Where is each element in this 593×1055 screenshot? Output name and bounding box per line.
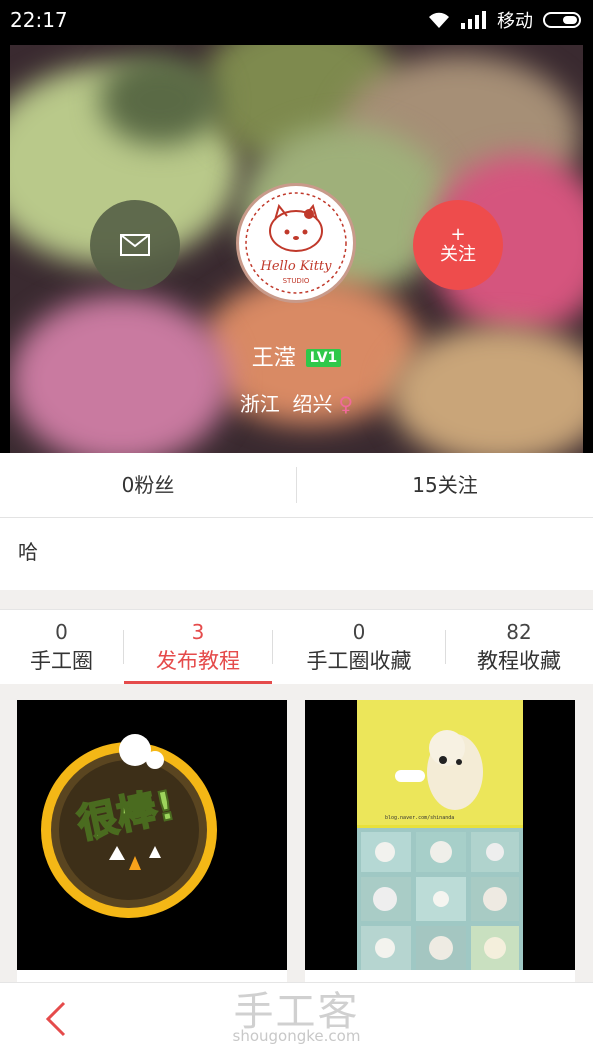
bottom-bar: 手工客 shougongke.com [0,982,593,1055]
hello-kitty-logo: Hello Kitty STUDIO [241,188,351,298]
tab-circle-favorites[interactable]: 0 手工圈收藏 [273,610,445,684]
signal-icon [461,11,486,29]
following-count[interactable]: 15关注 [297,453,593,517]
tutorial-card[interactable]: blog.naver.com/shinanda [305,700,575,982]
status-bar: 22:17 移动 [0,0,593,40]
tab-tutorial-favorites[interactable]: 82 教程收藏 [446,610,592,684]
tab-count: 0 [55,620,68,644]
tab-label: 手工圈收藏 [306,649,412,673]
profile-header: Hello Kitty STUDIO + 关注 王滢 LV1 浙江 绍兴 ♀ [0,40,593,453]
level-badge: LV1 [305,349,342,367]
tutorial-caption: blog.naver.com/shinanda [385,815,454,821]
wifi-icon [429,12,449,28]
status-time: 22:17 [10,8,68,32]
tab-label: 教程收藏 [477,649,561,673]
tutorial-card[interactable]: 很棒! [17,700,287,982]
tab-count: 82 [506,620,532,644]
follow-stats: 0粉丝 15关注 [0,453,593,518]
envelope-icon [120,234,150,256]
fans-count[interactable]: 0粉丝 [0,453,296,517]
clay-poodle-image: blog.naver.com/shinanda [357,700,523,970]
svg-text:STUDIO: STUDIO [283,277,310,285]
tab-label: 发布教程 [156,649,240,673]
tutorial-grid: 很棒! blog.naver.com/shinanda [0,684,593,982]
tab-label: 手工圈 [30,649,93,673]
female-icon: ♀ [338,392,354,416]
follow-label: 关注 [440,244,476,265]
carrier-label: 移动 [497,11,533,32]
tutorial-thumbnail: blog.naver.com/shinanda [305,700,575,970]
tab-count: 0 [352,620,366,644]
content-tabs: 0 手工圈 3 发布教程 0 手工圈收藏 82 教程收藏 [0,609,593,685]
watermark-url: shougongke.com [232,1027,361,1045]
svg-text:Hello Kitty: Hello Kitty [260,259,333,274]
battery-icon [543,12,581,28]
tutorial-thumbnail: 很棒! [17,700,287,970]
message-button[interactable] [90,200,180,290]
user-name-row: 王滢 LV1 [0,340,593,372]
tab-count: 3 [191,620,205,644]
status-icons: 移动 [427,7,581,33]
bio-text: 哈 [0,518,593,590]
user-name: 王滢 [251,346,296,371]
great-badge-image: 很棒! [41,734,217,918]
follow-button[interactable]: + 关注 [413,200,503,290]
avatar[interactable]: Hello Kitty STUDIO [236,183,356,303]
user-location: 浙江 绍兴 [239,392,333,416]
location-row: 浙江 绍兴 ♀ [0,388,593,417]
tab-handicraft-circle[interactable]: 0 手工圈 [0,610,123,684]
tab-published-tutorials[interactable]: 3 发布教程 [124,610,272,684]
plus-icon: + [450,224,466,245]
